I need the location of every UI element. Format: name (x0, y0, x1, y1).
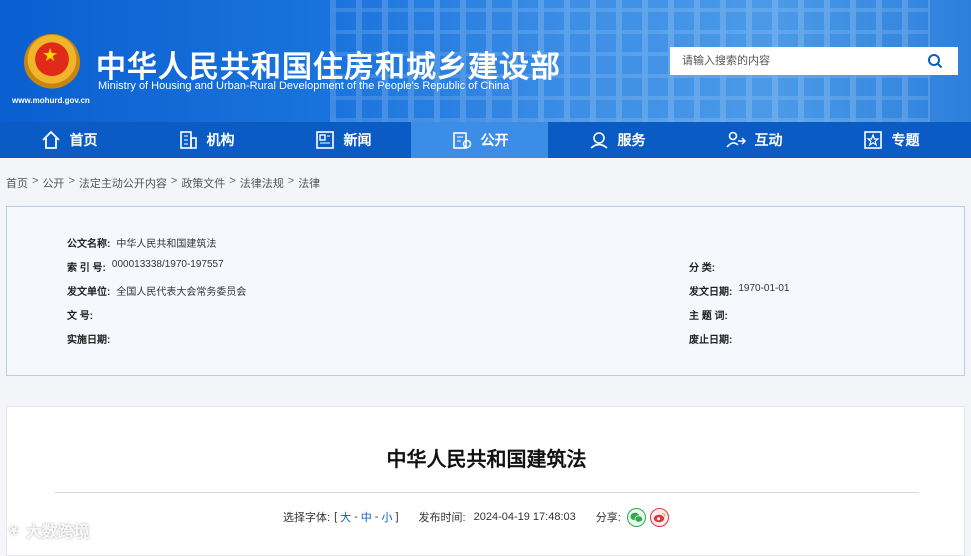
news-icon (314, 129, 336, 151)
nav-label: 新闻 (343, 132, 372, 148)
publish-time: 2024-04-19 17:48:03 (473, 511, 576, 523)
info-value: 中华人民共和国建筑法 (116, 239, 217, 250)
info-value: 全国人民代表大会常务委员会 (116, 287, 247, 298)
publish-label: 发布时间: (418, 512, 466, 524)
font-large-button[interactable]: 大 (340, 509, 351, 525)
nav-item-service[interactable]: 服务 (548, 122, 685, 158)
nav-item-interact[interactable]: 互动 (685, 122, 822, 158)
interact-icon (725, 129, 747, 151)
info-label: 索 引 号: (67, 263, 106, 274)
info-subject: 主 题 词: (689, 307, 734, 322)
info-expiry: 废止日期: (689, 331, 738, 346)
info-label: 公文名称: (67, 239, 111, 250)
breadcrumb-separator: > (68, 175, 75, 187)
article-title: 中华人民共和国建筑法 (386, 447, 587, 471)
home-icon (40, 129, 62, 151)
breadcrumb-item[interactable]: 公开 (42, 175, 64, 191)
nav-label: 首页 (69, 132, 98, 148)
breadcrumb-item[interactable]: 法律 (298, 175, 320, 191)
watermark-logo-icon: ❀ (8, 521, 20, 538)
article-meta: 选择字体: [ 大 - 中 - 小 ] 发布时间: 2024-04-19 17:… (283, 507, 669, 527)
nav-item-home[interactable]: 首页 (0, 122, 137, 158)
info-issue-date: 发文日期: 1970-01-01 (689, 283, 790, 298)
nav-item-news[interactable]: 新闻 (274, 122, 411, 158)
nav-label: 专题 (891, 132, 920, 148)
search-input[interactable] (670, 47, 912, 75)
national-emblem-icon[interactable]: ★ (24, 34, 80, 90)
star-icon (862, 129, 884, 151)
document-icon (451, 129, 473, 151)
nav-label: 公开 (480, 132, 509, 148)
weibo-share-icon[interactable] (649, 507, 669, 527)
nav-label: 机构 (206, 132, 235, 148)
breadcrumb-item[interactable]: 首页 (6, 175, 28, 191)
breadcrumb-item[interactable]: 法定主动公开内容 (79, 175, 167, 191)
nav-item-topics[interactable]: 专题 (822, 122, 959, 158)
share-label: 分享: (595, 512, 621, 524)
info-label: 废止日期: (689, 335, 733, 346)
breadcrumb: 首页 > 公开 > 法定主动公开内容 > 政策文件 > 法律法规 > 法律 (6, 175, 320, 191)
nav-item-public[interactable]: 公开 (411, 122, 548, 158)
info-value: 000013338/1970-197557 (111, 259, 224, 270)
info-label: 主 题 词: (689, 311, 728, 322)
info-effective: 实施日期: (67, 331, 116, 346)
info-index: 索 引 号: 000013338/1970-197557 (67, 259, 224, 274)
font-separator: - (374, 511, 379, 523)
nav-item-organization[interactable]: 机构 (137, 122, 274, 158)
breadcrumb-separator: > (32, 175, 39, 187)
breadcrumb-item[interactable]: 法律法规 (240, 175, 284, 191)
search-icon (928, 54, 943, 69)
search-box (670, 47, 958, 75)
font-size-label: 选择字体: (283, 512, 331, 524)
info-label: 分 类: (689, 263, 716, 274)
info-label: 文 号: (67, 311, 94, 322)
info-label: 发文日期: (689, 287, 733, 298)
nav-label: 服务 (617, 132, 646, 148)
watermark-text: 大数跨境 (25, 524, 90, 541)
info-label: 发文单位: (67, 287, 111, 298)
site-subtitle: Ministry of Housing and Urban-Rural Deve… (98, 80, 510, 92)
breadcrumb-separator: > (170, 175, 178, 187)
article-panel: 中华人民共和国建筑法 选择字体: [ 大 - 中 - 小 ] 发布时间: 202… (6, 406, 965, 556)
document-info-box: 公文名称: 中华人民共和国建筑法 索 引 号: 000013338/1970-197… (6, 206, 965, 376)
watermark: ❀ 大数跨境 (8, 518, 90, 542)
breadcrumb-separator: > (229, 175, 236, 187)
breadcrumb-item[interactable]: 政策文件 (181, 175, 225, 191)
info-value: 1970-01-01 (738, 283, 790, 294)
article-divider (55, 492, 919, 493)
font-medium-button[interactable]: 中 (361, 509, 372, 525)
breadcrumb-separator: > (287, 175, 295, 187)
nav-label: 互动 (754, 132, 783, 148)
info-doc-no: 文 号: (67, 307, 99, 322)
info-category: 分 类: (689, 259, 721, 274)
info-issuer: 发文单位: 全国人民代表大会常务委员会 (67, 283, 246, 298)
font-bracket-open: [ (334, 511, 338, 523)
info-label: 实施日期: (67, 335, 111, 346)
font-bracket-close: ] (395, 511, 399, 523)
building-icon (177, 129, 199, 151)
service-icon (588, 129, 610, 151)
info-doc-name: 公文名称: 中华人民共和国建筑法 (67, 235, 216, 250)
site-url: www.mohurd.gov.cn (12, 96, 90, 105)
wechat-share-icon[interactable] (626, 507, 646, 527)
site-header: ★ www.mohurd.gov.cn 中华人民共和国住房和城乡建设部 Mini… (0, 0, 971, 122)
font-small-button[interactable]: 小 (381, 509, 392, 525)
font-separator: - (354, 511, 358, 523)
search-button[interactable] (912, 47, 958, 75)
main-nav: 首页 机构 新闻 公开 服务 互动 专题 (0, 122, 971, 158)
